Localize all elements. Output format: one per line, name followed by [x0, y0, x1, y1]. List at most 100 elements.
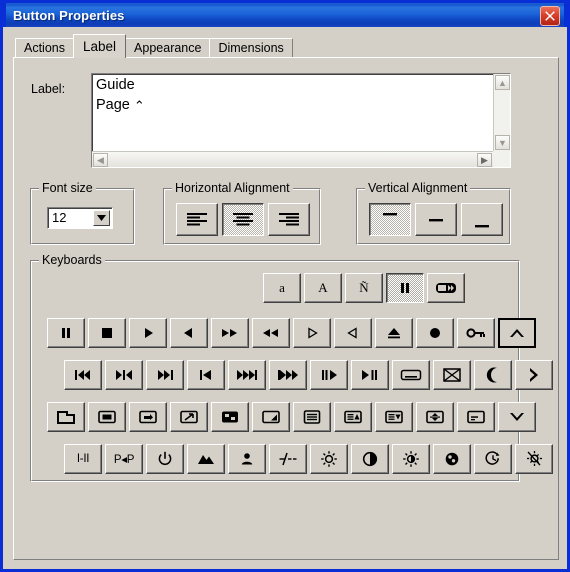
scroll-left-icon[interactable]: ◀: [93, 153, 108, 167]
key-mountains[interactable]: [187, 444, 225, 474]
scroll-right-icon[interactable]: ▶: [477, 153, 492, 167]
key-screen-corner-fill[interactable]: [252, 402, 290, 432]
font-size-group-title: Font size: [39, 181, 96, 195]
key-pause-toggle[interactable]: [386, 273, 424, 303]
key-brightness[interactable]: [310, 444, 348, 474]
key-pause-play[interactable]: [310, 360, 348, 390]
window-title: Button Properties: [13, 7, 125, 23]
key-power[interactable]: [146, 444, 184, 474]
key-moon[interactable]: [474, 360, 512, 390]
key-pip[interactable]: P◂P: [105, 444, 143, 474]
skip-next-bar-icon: [154, 369, 176, 381]
key-skip-previous-bar[interactable]: [64, 360, 102, 390]
key-screen-dash[interactable]: [457, 402, 495, 432]
align-bottom-button[interactable]: [461, 203, 503, 236]
key-color[interactable]: [433, 444, 471, 474]
key-play-pause-reverse[interactable]: [351, 360, 389, 390]
key-n-tilde[interactable]: Ñ: [345, 273, 383, 303]
screen-filled-icon: [97, 409, 117, 425]
scroll-down-icon[interactable]: ▼: [495, 135, 510, 150]
key-play[interactable]: [129, 318, 167, 348]
keyboard-row-2: [47, 318, 539, 348]
screen-swap-icon: [138, 409, 158, 425]
play-reverse-icon: [182, 326, 196, 340]
font-size-group: Font size 12: [30, 181, 135, 245]
key-pause[interactable]: [47, 318, 85, 348]
key-record[interactable]: [416, 318, 454, 348]
keyboards-group: Keyboards a A Ñ I-II P◂P: [30, 253, 553, 482]
horizontal-alignment-group: Horizontal Alignment: [163, 181, 321, 245]
key-person[interactable]: [228, 444, 266, 474]
key-screen-down-marker[interactable]: [375, 402, 413, 432]
key-brightness-half[interactable]: [392, 444, 430, 474]
label-horizontal-scrollbar[interactable]: ◀ ▶: [92, 151, 493, 167]
key-subtitle[interactable]: [392, 360, 430, 390]
key-key[interactable]: [457, 318, 495, 348]
crossed-box-icon: [442, 367, 462, 383]
key-step-both[interactable]: [105, 360, 143, 390]
key-slash-dash[interactable]: [269, 444, 307, 474]
key-play-outline[interactable]: [293, 318, 331, 348]
key-audio-mode[interactable]: I-II: [64, 444, 102, 474]
audio-mode-icon: I-II: [76, 453, 90, 465]
key-screen-split[interactable]: [211, 402, 249, 432]
key-backlight[interactable]: [515, 444, 553, 474]
tab-label[interactable]: Label: [73, 34, 127, 58]
key-screen-expand[interactable]: [170, 402, 208, 432]
font-size-select[interactable]: 12: [47, 207, 113, 229]
chevron-down-icon[interactable]: [93, 210, 110, 226]
label-vertical-scrollbar[interactable]: ▲ ▼: [493, 74, 510, 151]
key-play-reverse[interactable]: [170, 318, 208, 348]
key-screen-corner[interactable]: [47, 402, 85, 432]
key-next-track-double[interactable]: [228, 360, 266, 390]
key-lowercase-a[interactable]: a: [263, 273, 301, 303]
key-eject[interactable]: [375, 318, 413, 348]
uppercase-a-icon: A: [318, 280, 328, 295]
title-bar: Button Properties: [3, 0, 567, 27]
key-chevron-up[interactable]: [498, 318, 536, 348]
tab-appearance[interactable]: Appearance: [125, 38, 211, 57]
step-both-icon: [113, 369, 135, 381]
close-icon[interactable]: [540, 6, 560, 26]
align-middle-button[interactable]: [415, 203, 457, 236]
key-screen-updown[interactable]: [416, 402, 454, 432]
key-menu-lines[interactable]: [293, 402, 331, 432]
key-skip-next-bar[interactable]: [146, 360, 184, 390]
label-input[interactable]: Guide Page ⌃ ▲ ▼ ◀ ▶: [91, 73, 511, 168]
screen-corner-icon: [56, 409, 76, 425]
key-screen-swap[interactable]: [129, 402, 167, 432]
key-timer[interactable]: [474, 444, 512, 474]
key-previous-track[interactable]: [187, 360, 225, 390]
key-chevron-right[interactable]: [515, 360, 553, 390]
label-up-chevron-glyph: ⌃: [133, 98, 145, 113]
eject-icon: [386, 326, 402, 340]
play-icon: [141, 326, 155, 340]
align-top-button[interactable]: [369, 203, 411, 236]
key-contrast[interactable]: [351, 444, 389, 474]
key-chevron-down[interactable]: [498, 402, 536, 432]
record-icon: [428, 326, 442, 340]
scroll-up-icon[interactable]: ▲: [495, 75, 510, 90]
remote-device-icon: [435, 281, 457, 295]
play-pause-reverse-icon: [360, 369, 380, 381]
mountains-icon: [197, 452, 215, 466]
key-previous-track-double[interactable]: [269, 360, 307, 390]
key-fast-forward[interactable]: [211, 318, 249, 348]
key-play-reverse-outline[interactable]: [334, 318, 372, 348]
key-crossed-box[interactable]: [433, 360, 471, 390]
keyboard-row-4: [47, 402, 539, 432]
align-left-button[interactable]: [176, 203, 218, 236]
key-remote-device[interactable]: [427, 273, 465, 303]
moon-icon: [486, 367, 500, 383]
keyboards-group-title: Keyboards: [39, 253, 105, 267]
tab-actions[interactable]: Actions: [15, 38, 74, 57]
key-screen-filled[interactable]: [88, 402, 126, 432]
tab-dimensions[interactable]: Dimensions: [209, 38, 293, 57]
key-screen-up-marker[interactable]: [334, 402, 372, 432]
align-center-button[interactable]: [222, 203, 264, 236]
align-right-button[interactable]: [268, 203, 310, 236]
key-rewind[interactable]: [252, 318, 290, 348]
key-stop[interactable]: [88, 318, 126, 348]
key-uppercase-a[interactable]: A: [304, 273, 342, 303]
keyboard-row-3: [64, 360, 556, 390]
